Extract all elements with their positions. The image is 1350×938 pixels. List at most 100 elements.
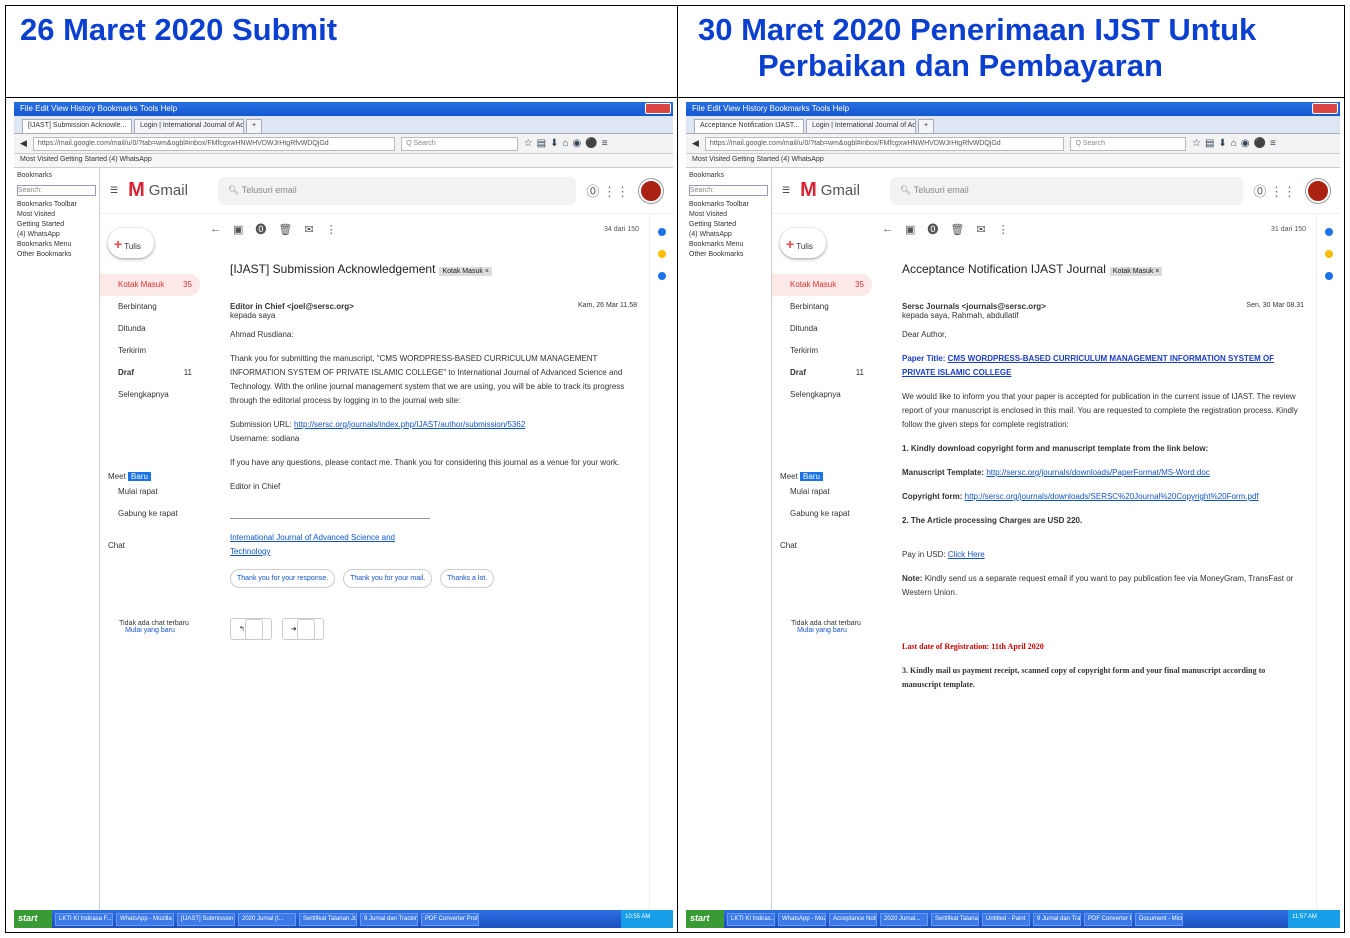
bm-toolbar[interactable]: Bookmarks Toolbar [17,200,96,210]
bm-other[interactable]: Other Bookmarks [689,250,768,260]
pay-link[interactable]: Click Here [948,550,985,559]
tasks-icon[interactable] [1324,272,1333,280]
bm-whatsapp[interactable]: (4) WhatsApp [689,230,768,240]
gmail-logo[interactable]: M Gmail [128,179,188,202]
address-bar[interactable]: https://mail.google.com/mail/u/0/?tab=wm… [32,136,396,151]
taskbar-item[interactable]: Untitled - Paint [982,912,1030,926]
inbox-label[interactable]: Kotak Masuk × [1109,267,1163,276]
taskbar-item[interactable]: 9 Jurnal dan Trac... [1033,912,1081,926]
new-tab-button[interactable]: + [246,119,263,133]
start-chat-link[interactable]: Mulai yang baru [772,627,872,634]
mark-unread-icon[interactable]: ✉︎ [976,223,985,236]
journal-link[interactable]: International Journal of Advanced Scienc… [230,533,395,556]
nav-inbox[interactable]: Kotak Masuk 35 [100,274,200,296]
taskbar-item[interactable]: Sertifikat Tatanan... [931,912,979,926]
inbox-label[interactable]: Kotak Masuk × [439,267,492,276]
mail-search-input[interactable]: 🔍︎ Telusuri email [889,176,1244,205]
taskbar-item[interactable]: PDF Converter Pro... [1084,912,1132,926]
tab-login[interactable]: Login | International Journal of Ad... [134,119,244,133]
template-link[interactable]: http://sersc.org/journals/downloads/Pape… [986,468,1210,477]
compose-button[interactable]: + Tulis [108,228,154,258]
taskbar-item[interactable]: 2020 Jurnal... [880,912,928,926]
meet-join[interactable]: Gabung ke rapat [100,503,200,525]
help-apps-icons[interactable]: ⓪ ⋮⋮ [586,181,629,200]
nav-draft[interactable]: Draf 11 [100,362,200,384]
taskbar-item[interactable]: 2020 Jurnal (I... [238,912,296,926]
keep-icon[interactable] [1324,250,1333,258]
avatar[interactable] [639,178,663,203]
bm-other[interactable]: Other Bookmarks [17,250,96,260]
calendar-icon[interactable] [1324,228,1333,236]
tab-active[interactable]: [IJAST] Submission Acknowle... [22,119,132,133]
bm-most-visited[interactable]: Most Visited [689,210,768,220]
mail-search-input[interactable]: 🔍︎ Telusuri email [217,176,577,205]
gmail-logo[interactable]: M Gmail [800,179,860,202]
tab-active[interactable]: Acceptance Notification IJAST... [694,119,804,133]
bm-menu[interactable]: Bookmarks Menu [689,240,768,250]
nav-starred[interactable]: Berbintang [100,296,200,318]
delete-icon[interactable]: 🗑︎ [950,223,964,236]
compose-button[interactable]: + Tulis [780,228,826,258]
reply-button[interactable]: ↰ [230,618,272,640]
taskbar-item[interactable]: WhatsApp - Mozil... [778,912,826,926]
address-bar[interactable]: https://mail.google.com/mail/u/0/?tab=wm… [704,136,1065,151]
tab-login[interactable]: Login | International Journal of Ad... [806,119,916,133]
archive-icon[interactable]: ▣ [233,223,243,236]
taskbar-item[interactable]: LKTI KI Indiras... [727,912,775,926]
back-icon[interactable]: ◀ [692,138,699,149]
taskbar-item[interactable]: Acceptance Notific... [829,912,877,926]
help-apps-icons[interactable]: ⓪ ⋮⋮ [1253,181,1296,200]
submission-link[interactable]: http://sersc.org/journals/index.php/IJAS… [294,420,525,429]
calendar-icon[interactable] [657,228,666,236]
bookmark-search-input[interactable]: Search: [689,185,768,196]
menubar[interactable]: File Edit View History Bookmarks Tools H… [692,104,849,113]
meet-join[interactable]: Gabung ke rapat [772,503,872,525]
toolbar-icons[interactable]: ☆▤⬇⌂◉⚫≡ [1192,138,1280,149]
bm-whatsapp[interactable]: (4) WhatsApp [17,230,96,240]
start-button[interactable]: start [14,910,52,928]
bm-toolbar[interactable]: Bookmarks Toolbar [689,200,768,210]
back-arrow-icon[interactable]: ← [882,223,893,235]
bm-getting-started[interactable]: Getting Started [17,220,96,230]
taskbar-item[interactable]: PDF Converter Profe... [421,912,479,926]
menu-icon[interactable]: ☰ [782,185,790,196]
delete-icon[interactable]: 🗑︎ [278,223,292,236]
copyright-link[interactable]: http://sersc.org/journals/downloads/SERS… [965,492,1259,501]
bookmark-search-input[interactable]: Search: [17,185,96,196]
bm-most-visited[interactable]: Most Visited [17,210,96,220]
smart-reply-3[interactable]: Thanks a lot. [440,569,495,588]
smart-reply-1[interactable]: Thank you for your response. [230,569,336,588]
browser-search[interactable]: Q Search [1070,136,1186,151]
nav-sent[interactable]: Terkirim [100,340,200,362]
meet-start[interactable]: Mulai rapat [772,481,872,503]
more-icon[interactable]: ⋮ [998,223,1009,236]
more-icon[interactable]: ⋮ [326,223,337,236]
archive-icon[interactable]: ▣ [905,223,915,236]
report-icon[interactable]: ⓿ [927,221,938,237]
taskbar-item[interactable]: Sertifikat Tatanan Jo... [299,912,357,926]
nav-more[interactable]: Selengkapnya [100,384,200,406]
back-arrow-icon[interactable]: ← [210,223,221,235]
smart-reply-2[interactable]: Thank you for your mail. [343,569,433,588]
bm-getting-started[interactable]: Getting Started [689,220,768,230]
toolbar-icons[interactable]: ☆▤⬇⌂◉⚫≡ [524,138,612,149]
tasks-icon[interactable] [657,272,666,280]
nav-starred[interactable]: Berbintang [772,296,872,318]
nav-snoozed[interactable]: Ditunda [772,318,872,340]
taskbar-item[interactable]: 9 Jurnal dan Tracking [360,912,418,926]
nav-inbox[interactable]: Kotak Masuk 35 [772,274,872,296]
nav-draft[interactable]: Draf 11 [772,362,872,384]
bookmarks-toolbar[interactable]: Most Visited Getting Started (4) WhatsAp… [686,154,1340,168]
menubar[interactable]: File Edit View History Bookmarks Tools H… [20,104,177,113]
nav-more[interactable]: Selengkapnya [772,384,872,406]
taskbar-item[interactable]: [IJAST] Submission A... [177,912,235,926]
nav-snoozed[interactable]: Ditunda [100,318,200,340]
new-tab-button[interactable]: + [918,119,935,133]
close-window-button[interactable] [645,103,671,114]
keep-icon[interactable] [657,250,666,258]
report-icon[interactable]: ⓿ [255,221,266,237]
menu-icon[interactable]: ☰ [110,185,118,196]
taskbar-item[interactable]: LKTI KI Indirasa F... [55,912,113,926]
browser-search[interactable]: Q Search [401,136,518,151]
nav-sent[interactable]: Terkirim [772,340,872,362]
